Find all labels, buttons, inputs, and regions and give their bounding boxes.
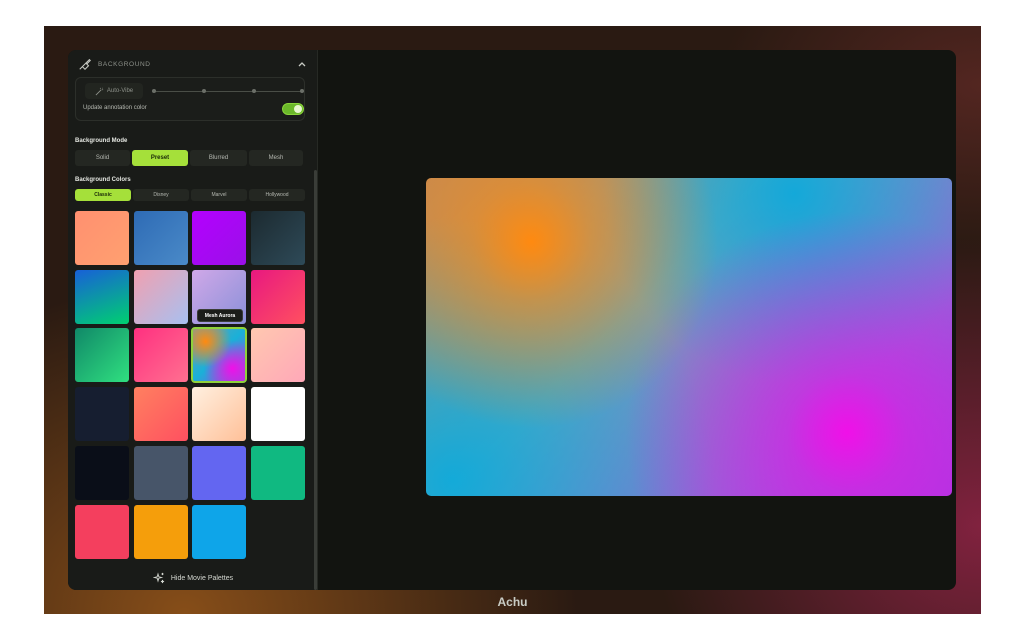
swatch-mesh-aurora[interactable] — [191, 327, 247, 383]
paint-brush-icon — [79, 58, 91, 70]
update-annotation-label: Update annotation color — [83, 105, 147, 111]
mode-preset[interactable]: Preset — [132, 150, 188, 166]
mode-mesh[interactable]: Mesh — [249, 150, 303, 166]
auto-vibe-label: Auto-Vibe — [106, 88, 134, 94]
swatch-tooltip: Mesh Aurora — [197, 309, 243, 322]
tab-classic[interactable]: Classic — [75, 189, 131, 201]
swatch-tile[interactable] — [192, 211, 246, 265]
swatch-tile[interactable] — [75, 211, 129, 265]
magic-wand-icon — [95, 87, 103, 95]
swatch-tile[interactable] — [192, 505, 246, 559]
tab-hollywood[interactable]: Hollywood — [249, 189, 305, 201]
swatch-tile[interactable] — [75, 387, 129, 441]
swatch-tile[interactable] — [134, 446, 188, 500]
background-mode-label: Background Mode — [75, 138, 128, 144]
swatch-tile[interactable] — [251, 387, 305, 441]
swatch-tile[interactable] — [75, 505, 129, 559]
sparkles-icon — [152, 572, 164, 584]
tab-disney[interactable]: Disney — [133, 189, 189, 201]
settings-sidebar: BACKGROUND Auto-Vibe Update annotation c… — [68, 50, 318, 590]
section-title: BACKGROUND — [98, 60, 151, 68]
background-section-header[interactable]: BACKGROUND — [78, 56, 308, 72]
swatch-tile[interactable] — [134, 211, 188, 265]
background-mode-selector: Solid Preset Blurred Mesh — [75, 150, 303, 166]
swatch-tile[interactable] — [134, 505, 188, 559]
mode-solid[interactable]: Solid — [75, 150, 130, 166]
app-title: Achu — [497, 595, 528, 609]
swatch-tile[interactable] — [134, 328, 188, 382]
hide-movie-palettes-label: Hide Movie Palettes — [170, 574, 234, 582]
swatch-tile[interactable] — [251, 446, 305, 500]
slider-stop[interactable] — [152, 89, 156, 93]
slider-stop[interactable] — [202, 89, 206, 93]
tab-marvel[interactable]: Marvel — [191, 189, 247, 201]
auto-vibe-panel: Auto-Vibe Update annotation color — [75, 77, 305, 121]
auto-vibe-button[interactable]: Auto-Vibe — [85, 83, 143, 99]
swatch-tile[interactable] — [75, 446, 129, 500]
sidebar-scrollbar[interactable] — [314, 170, 317, 590]
toggle-knob — [294, 105, 302, 113]
hide-movie-palettes-button[interactable]: Hide Movie Palettes — [68, 570, 318, 586]
swatch-tile[interactable] — [75, 328, 129, 382]
update-annotation-toggle[interactable] — [282, 103, 304, 115]
slider-stop[interactable] — [300, 89, 304, 93]
auto-vibe-slider[interactable] — [152, 89, 304, 93]
background-colors-label: Background Colors — [75, 177, 131, 183]
chevron-up-icon[interactable] — [296, 58, 308, 70]
canvas-preview[interactable] — [426, 178, 952, 496]
mode-blurred[interactable]: Blurred — [190, 150, 247, 166]
swatch-tile[interactable] — [192, 446, 246, 500]
swatch-tile[interactable] — [251, 270, 305, 324]
slider-stop[interactable] — [252, 89, 256, 93]
swatch-tile[interactable] — [192, 387, 246, 441]
swatch-tile[interactable] — [134, 387, 188, 441]
swatch-tile[interactable] — [251, 328, 305, 382]
swatch-tile[interactable] — [134, 270, 188, 324]
swatch-tile[interactable] — [75, 270, 129, 324]
swatch-tile[interactable] — [251, 211, 305, 265]
palette-tabs: Classic Disney Marvel Hollywood — [75, 189, 305, 201]
